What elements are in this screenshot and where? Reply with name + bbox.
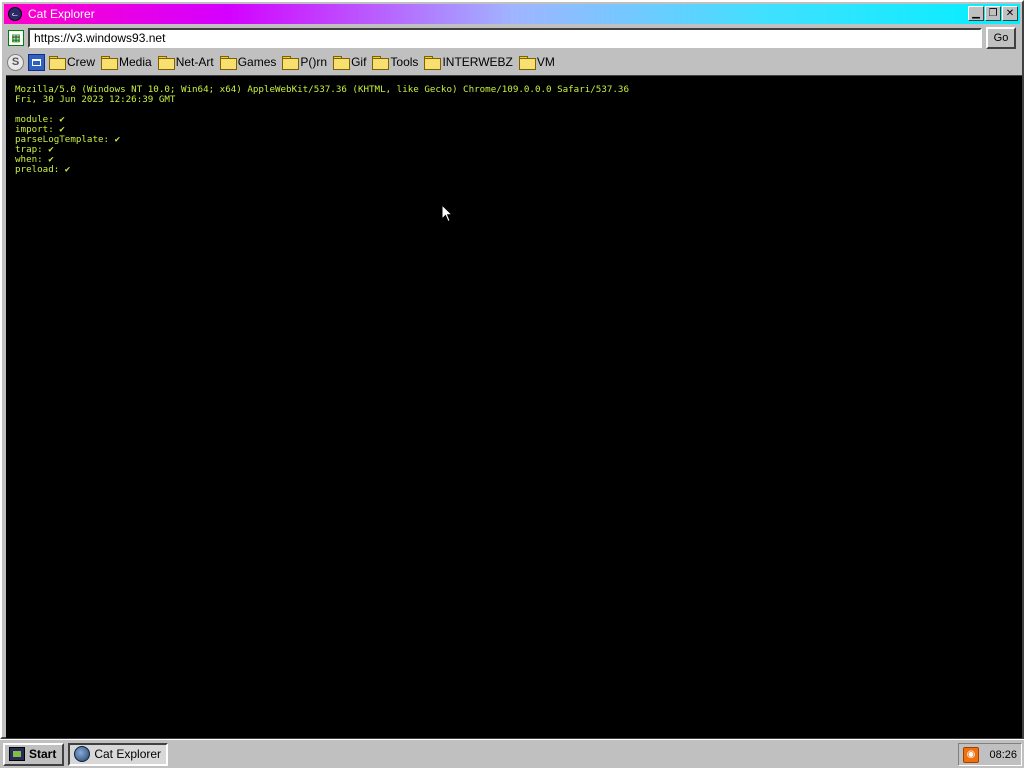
start-logo-icon [9,747,25,761]
bookmark-porn[interactable]: P()rn [282,52,329,72]
close-icon: ✕ [1005,7,1015,19]
bookmark-label: INTERWEBZ [442,55,513,69]
check-line: module: ✔ [15,114,65,125]
url-input[interactable]: https://v3.windows93.net [28,28,982,48]
rss-icon[interactable]: ◉ [963,746,979,763]
folder-icon [424,56,442,70]
clock: 08:26 [989,748,1017,761]
bookmarks-bar: S Crew Media Net-Art Games P()rn Gif Too… [4,51,1020,73]
start-label: Start [29,747,57,761]
taskbar-item-cat-explorer[interactable]: Cat Explorer [68,742,169,766]
bookmark-crew[interactable]: Crew [49,52,97,72]
bookmark-label: Gif [351,55,367,69]
restore-icon: ❐ [988,7,998,19]
folder-icon [333,56,351,70]
check-line: parseLogTemplate: ✔ [15,134,121,145]
bookmark-label: Tools [390,55,419,69]
check-line: trap: ✔ [15,144,54,155]
windows-icon[interactable] [28,53,45,71]
restore-button[interactable]: ❐ [985,6,1001,21]
folder-icon [49,56,66,70]
check-line: when: ✔ [15,154,54,165]
mouse-cursor-icon [441,204,453,223]
bookmark-net-art[interactable]: Net-Art [157,52,216,72]
check-line: preload: ✔ [15,164,71,175]
bookmark-label: Crew [67,55,96,69]
bookmark-interwebz[interactable]: INTERWEBZ [424,52,514,72]
check-line: import: ✔ [15,124,65,135]
minimize-icon: ▁ [972,7,980,19]
folder-icon [372,56,390,70]
title-bar[interactable]: ᓚ Cat Explorer ▁ ❐ ✕ [4,4,1020,24]
folder-icon [219,56,237,70]
cat-explorer-icon: ᓚ [8,7,22,21]
go-button[interactable]: Go [986,27,1016,49]
start-button[interactable]: Start [3,742,65,766]
window-title: Cat Explorer [28,7,95,21]
folder-icon [101,56,119,70]
bookmark-tools[interactable]: Tools [372,52,420,72]
taskbar-item-label: Cat Explorer [94,747,162,761]
bookmark-gif[interactable]: Gif [333,52,368,72]
page-icon: ▦ [8,30,24,46]
window-controls: ▁ ❐ ✕ [968,6,1018,21]
s-icon[interactable]: S [7,53,24,71]
system-tray: ◉ 08:26 [958,743,1022,766]
bookmark-games[interactable]: Games [219,52,279,72]
page-content[interactable]: Mozilla/5.0 (Windows NT 10.0; Win64; x64… [6,75,1022,738]
taskbar: Start Cat Explorer ◉ 08:26 [0,739,1024,768]
bookmark-media[interactable]: Media [101,52,154,72]
close-button[interactable]: ✕ [1002,6,1018,21]
folder-icon [157,56,175,70]
folder-icon [282,56,300,70]
globe-icon [74,746,91,762]
folder-icon [518,56,536,70]
bookmark-label: Games [237,55,277,69]
minimize-button[interactable]: ▁ [968,6,984,21]
bookmark-label: Media [119,55,152,69]
bookmark-label: VM [536,55,555,69]
date-line: Fri, 30 Jun 2023 12:26:39 GMT [15,94,176,105]
browser-window: ᓚ Cat Explorer ▁ ❐ ✕ ▦ https://v3.window… [0,0,1024,739]
bookmark-label: Net-Art [175,55,214,69]
address-bar: ▦ https://v3.windows93.net Go [4,26,1020,50]
bookmark-vm[interactable]: VM [518,52,557,72]
bookmark-label: P()rn [300,55,328,69]
